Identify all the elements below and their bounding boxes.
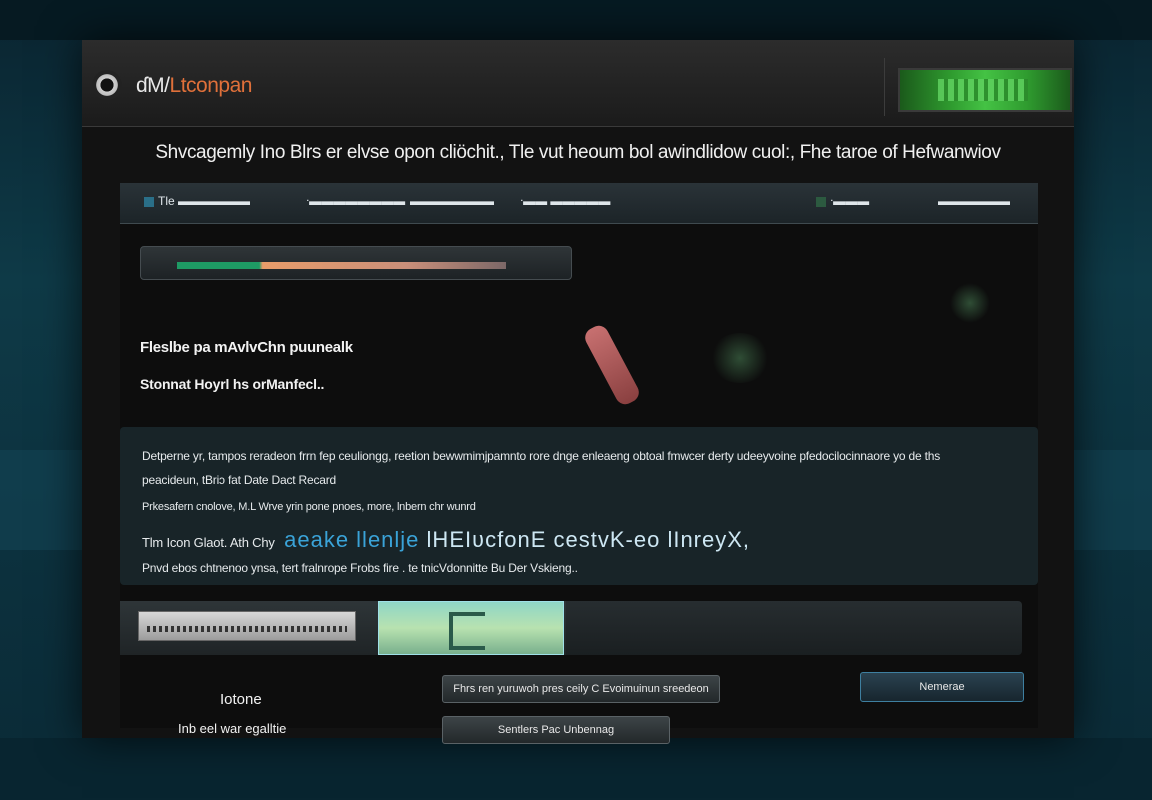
info-line: peacideun, tBriɔ fat Date Dact Recard <box>142 473 337 487</box>
title-divider <box>884 58 885 116</box>
info-line: Tlm Icon Glaot. Ath Chy aeake llenlje lH… <box>142 527 750 553</box>
decorative-plant <box>710 333 770 383</box>
menu-item-5[interactable]: ᐧ▬▬▬ <box>812 194 869 208</box>
info-line-prefix: Tlm Icon Glaot. Ath Chy <box>142 535 275 550</box>
menu-square-icon <box>144 196 154 207</box>
bracket-icon <box>449 612 485 650</box>
decorative-figure <box>581 322 643 408</box>
secondary-action-button[interactable]: Sentlers Pac Unbennag <box>442 716 670 744</box>
slider-control[interactable] <box>138 611 356 641</box>
app-title-main: ɗM/ <box>136 74 170 97</box>
menu-item-6[interactable]: ▬▬▬▬▬▬ <box>938 194 1010 208</box>
menu-item-label: ᐧ▬▬▬ <box>830 194 870 208</box>
info-line-highlight: aeake llenlje lHEIʋcfonE cestvK-eo lInre… <box>284 527 750 552</box>
decorative-plant <box>950 283 990 323</box>
app-window: ɗM/Ltconpan Shvcagemly Ino Blrs er elvse… <box>82 40 1074 744</box>
info-line: Pnvd ebos chtnenoo ynsa, tert fralnrope … <box>142 561 578 575</box>
preview-thumbnail[interactable] <box>378 601 564 655</box>
primary-action-button[interactable]: Fhrs ren yuruwoh pres ceily C Evoimuinun… <box>442 675 720 703</box>
info-panel: Detperne yr, tampos reradeon frrn fep ce… <box>120 427 1038 585</box>
tool-slot <box>120 601 566 655</box>
slider-teeth-icon <box>147 626 347 632</box>
menu-item-3[interactable]: ▬▬▬▬▬▬▬ <box>410 194 494 208</box>
footer-title: Iotone <box>220 691 262 708</box>
name-button[interactable]: Nemerae <box>860 672 1024 702</box>
section-subheading: Stonnat Hoyrl hs orManfecl.. <box>140 376 325 392</box>
background-band-bottom <box>0 738 1152 800</box>
menu-item-2[interactable]: ᐧ▬▬▬▬▬▬▬▬ <box>306 194 405 208</box>
title-bar: ɗM/Ltconpan <box>82 40 1074 127</box>
menu-bar: Tle ▬▬▬▬▬▬ ᐧ▬▬▬▬▬▬▬▬ ▬▬▬▬▬▬▬ ᐧ▬▬ ▬▬▬▬▬ ᐧ… <box>120 183 1038 224</box>
main-content: Tle ▬▬▬▬▬▬ ᐧ▬▬▬▬▬▬▬▬ ▬▬▬▬▬▬▬ ᐧ▬▬ ▬▬▬▬▬ ᐧ… <box>120 183 1038 744</box>
banner-text: Shvcagemly Ino Blrs er elvse opon cliöch… <box>155 142 1001 163</box>
background-band-top <box>0 0 1152 40</box>
info-line: Prkesafern cnolove, M.L Wrve yrin pone p… <box>142 501 476 513</box>
menu-item-1[interactable]: Tle ▬▬▬▬▬▬ <box>140 194 250 208</box>
info-line-link[interactable]: aeake llenlje <box>284 527 419 552</box>
status-indicator-icon <box>938 79 1028 101</box>
tool-bar <box>120 601 1022 655</box>
section-heading: Fleslbe pa mAvlvChn puunealk <box>140 339 353 356</box>
info-line-glitch-text: lHEIʋcfonE cestvK-eo lInreyX, <box>426 527 751 552</box>
menu-square-icon <box>816 196 826 207</box>
app-title-accent: Ltconpan <box>169 74 253 97</box>
app-logo-icon <box>92 70 122 100</box>
menu-item-label: Tle ▬▬▬▬▬▬ <box>158 194 251 208</box>
menu-item-4[interactable]: ᐧ▬▬ ▬▬▬▬▬ <box>520 194 610 208</box>
footer-subtitle: Inb eel war egalltie <box>178 721 287 736</box>
app-title: ɗM/Ltconpan <box>136 74 252 98</box>
progress-bar <box>140 246 572 280</box>
progress-fill <box>177 262 506 269</box>
info-line: Detperne yr, tampos reradeon frrn fep ce… <box>142 449 941 463</box>
status-panel <box>898 68 1072 112</box>
